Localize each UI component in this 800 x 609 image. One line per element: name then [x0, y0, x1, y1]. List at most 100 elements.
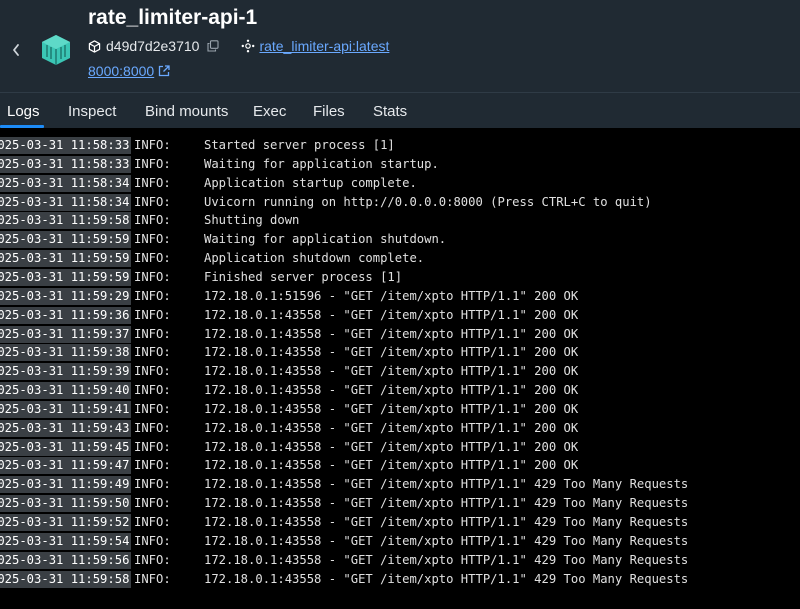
tab-exec[interactable]: Exec: [253, 103, 286, 120]
log-level: INFO:: [134, 515, 171, 529]
log-level: INFO:: [134, 420, 171, 435]
log-timestamp: 2025-03-31 11:59:36: [0, 306, 132, 324]
log-timestamp: 2025-03-31 11:58:34: [0, 193, 132, 211]
log-message: Shutting down: [204, 213, 300, 228]
log-line: 2025-03-31 11:58:33 INFO: Started server p…: [0, 136, 800, 155]
tab-logs[interactable]: Logs: [7, 103, 40, 120]
log-line: 2025-03-31 11:59:47 INFO: 172.18.0.1:43558…: [0, 456, 800, 475]
log-level: INFO:: [134, 194, 171, 209]
log-timestamp: 2025-03-31 11:59:38: [0, 344, 132, 362]
log-timestamp: 2025-03-31 11:59:41: [0, 400, 132, 418]
page-title: rate_limiter-api-1: [88, 6, 258, 29]
log-level: INFO:: [134, 496, 171, 511]
log-level: INFO:: [134, 307, 171, 322]
log-message: 172.18.0.1:43558 - "GET /item/xpto HTTP/…: [204, 383, 579, 398]
log-timestamp: 2025-03-31 11:59:29: [0, 287, 132, 305]
log-line: 2025-03-31 11:59:59 INFO: Application shut…: [0, 249, 800, 268]
container-meta: d49d7d2e3710 rate_limiter-api:latest: [88, 38, 389, 54]
cube-icon: [88, 39, 101, 53]
log-timestamp: 2025-03-31 11:59:59: [0, 268, 132, 286]
container-header: rate_limiter-api-1 d49d7d2e3710 rate_lim…: [0, 0, 800, 92]
log-line: 2025-03-31 11:59:54 INFO: 172.18.0.1:43558…: [0, 532, 800, 551]
log-message: 172.18.0.1:43558 - "GET /item/xpto HTTP/…: [204, 477, 689, 492]
log-timestamp: 2025-03-31 11:59:58: [0, 570, 132, 588]
copy-icon[interactable]: [207, 40, 219, 52]
log-line: 2025-03-31 11:59:56 INFO: 172.18.0.1:43558…: [0, 551, 800, 570]
tab-bar: Logs Inspect Bind mounts Exec Files Stat…: [0, 92, 800, 128]
log-message: Application startup complete.: [204, 175, 417, 190]
log-timestamp: 2025-03-31 11:59:37: [0, 325, 132, 343]
log-level: INFO:: [134, 138, 171, 152]
log-message: 172.18.0.1:43558 - "GET /item/xpto HTTP/…: [204, 420, 579, 435]
log-line: 2025-03-31 11:59:39 INFO: 172.18.0.1:43558…: [0, 362, 800, 381]
log-line: 2025-03-31 11:58:34 INFO: Uvicorn running …: [0, 193, 800, 212]
image-layers-icon: [242, 39, 255, 53]
log-level: INFO:: [134, 156, 171, 171]
log-message: 172.18.0.1:43558 - "GET /item/xpto HTTP/…: [204, 571, 689, 586]
log-message: 172.18.0.1:43558 - "GET /item/xpto HTTP/…: [204, 326, 579, 341]
log-message: 172.18.0.1:43558 - "GET /item/xpto HTTP/…: [204, 307, 579, 322]
log-line: 2025-03-31 11:58:33 INFO: Waiting for appl…: [0, 155, 800, 174]
log-line: 2025-03-31 11:59:50 INFO: 172.18.0.1:43558…: [0, 494, 800, 513]
log-timestamp: 2025-03-31 11:58:33: [0, 155, 132, 173]
log-level: INFO:: [134, 364, 171, 379]
log-timestamp: 2025-03-31 11:59:52: [0, 514, 132, 531]
image-link[interactable]: rate_limiter-api:latest: [259, 38, 389, 54]
log-timestamp: 2025-03-31 11:58:33: [0, 137, 132, 154]
log-message: Uvicorn running on http://0.0.0.0:8000 (…: [204, 194, 652, 209]
log-level: INFO:: [134, 458, 171, 473]
log-message: 172.18.0.1:43558 - "GET /item/xpto HTTP/…: [204, 496, 689, 511]
log-timestamp: 2025-03-31 11:59:56: [0, 551, 132, 569]
chevron-left-icon[interactable]: [8, 40, 24, 60]
log-timestamp: 2025-03-31 11:59:58: [0, 212, 132, 230]
log-level: INFO:: [134, 326, 171, 341]
log-message: 172.18.0.1:43558 - "GET /item/xpto HTTP/…: [204, 515, 689, 529]
log-line: 2025-03-31 11:59:36 INFO: 172.18.0.1:43558…: [0, 306, 800, 325]
log-timestamp: 2025-03-31 11:59:45: [0, 438, 132, 456]
log-level: INFO:: [134, 175, 171, 190]
log-timestamp: 2025-03-31 11:59:49: [0, 476, 132, 494]
log-line: 2025-03-31 11:59:59 INFO: Finished server …: [0, 268, 800, 287]
log-level: INFO:: [134, 401, 171, 416]
container-id: d49d7d2e3710: [106, 38, 200, 54]
log-message: Waiting for application shutdown.: [204, 232, 447, 247]
log-level: INFO:: [134, 571, 171, 586]
log-output[interactable]: 2025-03-31 11:58:33 INFO: Started server p…: [0, 128, 800, 609]
log-message: Finished server process [1]: [204, 269, 403, 284]
log-message: 172.18.0.1:43558 - "GET /item/xpto HTTP/…: [204, 533, 689, 548]
tab-bind-mounts[interactable]: Bind mounts: [145, 103, 228, 120]
log-line: 2025-03-31 11:59:37 INFO: 172.18.0.1:43558…: [0, 325, 800, 344]
log-message: 172.18.0.1:43558 - "GET /item/xpto HTTP/…: [204, 345, 579, 360]
log-level: INFO:: [134, 477, 171, 492]
log-level: INFO:: [134, 552, 171, 567]
log-line: 2025-03-31 11:59:49 INFO: 172.18.0.1:43558…: [0, 475, 800, 494]
log-message: 172.18.0.1:43558 - "GET /item/xpto HTTP/…: [204, 364, 579, 379]
external-link-icon[interactable]: [158, 65, 170, 77]
log-line: 2025-03-31 11:59:40 INFO: 172.18.0.1:43558…: [0, 381, 800, 400]
tab-inspect[interactable]: Inspect: [68, 103, 116, 120]
log-timestamp: 2025-03-31 11:59:40: [0, 382, 132, 400]
log-message: 172.18.0.1:51596 - "GET /item/xpto HTTP/…: [204, 288, 579, 303]
log-line: 2025-03-31 11:59:43 INFO: 172.18.0.1:43558…: [0, 419, 800, 438]
log-timestamp: 2025-03-31 11:59:39: [0, 363, 132, 381]
log-line: 2025-03-31 11:59:52 INFO: 172.18.0.1:43558…: [0, 513, 800, 532]
log-timestamp: 2025-03-31 11:59:54: [0, 532, 132, 550]
tab-stats[interactable]: Stats: [373, 103, 407, 120]
log-line: 2025-03-31 11:59:29 INFO: 172.18.0.1:51596…: [0, 287, 800, 306]
log-line: 2025-03-31 11:59:38 INFO: 172.18.0.1:43558…: [0, 343, 800, 362]
tab-files[interactable]: Files: [313, 103, 345, 120]
log-line: 2025-03-31 11:59:45 INFO: 172.18.0.1:43558…: [0, 438, 800, 457]
log-message: 172.18.0.1:43558 - "GET /item/xpto HTTP/…: [204, 401, 579, 416]
log-message: 172.18.0.1:43558 - "GET /item/xpto HTTP/…: [204, 439, 579, 454]
log-line: 2025-03-31 11:59:41 INFO: 172.18.0.1:43558…: [0, 400, 800, 419]
log-level: INFO:: [134, 269, 171, 284]
log-level: INFO:: [134, 288, 171, 303]
log-level: INFO:: [134, 213, 171, 228]
log-level: INFO:: [134, 383, 171, 398]
log-line: 2025-03-31 11:58:34 INFO: Application star…: [0, 174, 800, 193]
log-line: 2025-03-31 11:59:58 INFO: Shutting down: [0, 211, 800, 230]
log-timestamp: 2025-03-31 11:58:34: [0, 174, 132, 192]
log-level: INFO:: [134, 251, 171, 266]
port-link[interactable]: 8000:8000: [88, 63, 154, 79]
log-line: 2025-03-31 11:59:58 INFO: 172.18.0.1:43558…: [0, 570, 800, 589]
